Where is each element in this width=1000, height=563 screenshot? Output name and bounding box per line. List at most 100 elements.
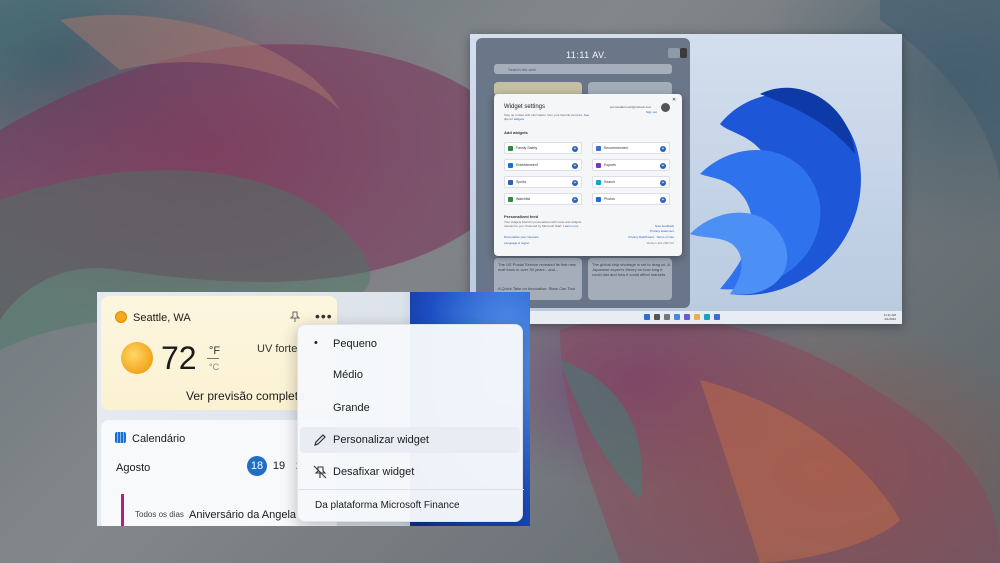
entertainment-icon (508, 163, 513, 168)
panel-avatar[interactable] (680, 48, 687, 58)
full-forecast-link[interactable]: Ver previsão completa (186, 389, 305, 403)
store-icon[interactable] (714, 314, 720, 320)
widget-row-family-safety[interactable]: Family Safety + (504, 142, 582, 154)
widget-row-search[interactable]: Search + (592, 176, 670, 188)
add-icon[interactable]: + (572, 145, 578, 152)
system-tray-clock[interactable]: 11:11 AM 4/1/2022 (884, 313, 896, 321)
esports-icon (596, 163, 601, 168)
widget-label: Esports (604, 163, 616, 167)
more-options-icon[interactable]: ••• (315, 308, 333, 324)
add-icon[interactable]: + (572, 179, 578, 186)
unpin-icon (313, 465, 327, 479)
learn-more-link[interactable]: Learn more (563, 224, 578, 228)
widget-label: Sports (516, 180, 527, 184)
account-email: personalaccount@outlook.com (610, 105, 652, 109)
task-view-icon[interactable] (664, 314, 670, 320)
language-region-link[interactable]: Language & region (504, 241, 529, 245)
menu-item-medium[interactable]: Médio (300, 362, 520, 388)
calendar-day[interactable]: 19 (269, 456, 289, 476)
weather-icon (115, 311, 127, 323)
widget-label: Entertainment (516, 163, 538, 167)
start-icon[interactable] (644, 314, 650, 320)
calendar-day-selected[interactable]: 18 (247, 456, 267, 476)
photos-icon (596, 197, 601, 202)
close-icon[interactable]: ✕ (672, 97, 676, 103)
calendar-title: Calendário (132, 433, 186, 445)
edge-icon[interactable] (704, 314, 710, 320)
menu-item-unpin-widget[interactable]: Desafixar widget (300, 459, 520, 485)
widget-settings-dialog: Widget settings Stay up to date with inf… (494, 94, 682, 256)
widget-label: Family Safety (516, 146, 538, 150)
widget-row-esports[interactable]: Esports + (592, 159, 670, 171)
add-icon[interactable]: + (572, 196, 578, 203)
add-icon[interactable]: + (660, 145, 666, 152)
widget-context-menu: • Pequeno Médio Grande Personalizar widg… (297, 324, 524, 522)
widgets-panel: 11:11 AV. Search the web The US Postal S… (476, 38, 690, 308)
widget-label: Watchlist (516, 197, 531, 201)
widget-row-watchlist[interactable]: Watchlist + (504, 193, 582, 205)
privacy-dashboard-link[interactable]: Privacy Dashboard · Terms of Use (604, 235, 674, 239)
event-title[interactable]: Aniversário da Angela (189, 509, 296, 521)
panel-time: 11:11 AV. (566, 50, 607, 60)
menu-item-small[interactable]: • Pequeno (300, 331, 520, 357)
widget-row-recommended[interactable]: Recommended + (592, 142, 670, 154)
privacy-statement-link[interactable]: Privacy statement (604, 229, 674, 233)
widget-row-sports[interactable]: Sports + (504, 176, 582, 188)
selected-bullet-icon: • (314, 337, 318, 349)
uv-index: UV forte (257, 343, 298, 355)
widget-label: Search (604, 180, 616, 184)
give-feedback-link[interactable]: Give feedback (604, 224, 674, 228)
recommended-icon (596, 146, 601, 151)
news-headline[interactable]: The global chip shortage is set to drag … (592, 262, 670, 277)
windows-desktop-screenshot: 11:11 AV. Search the web The US Postal S… (470, 34, 902, 324)
panel-search-box[interactable]: Search the web (494, 64, 672, 74)
version-text: Version 421.20070.0 (646, 241, 674, 245)
add-icon[interactable]: + (572, 162, 578, 169)
pencil-icon (314, 434, 326, 446)
widget-label: Recommended (604, 146, 628, 150)
menu-item-customize-widget[interactable]: Personalizar widget (300, 427, 520, 453)
widgets-icon[interactable] (674, 314, 680, 320)
family-safety-icon (508, 146, 513, 151)
unit-fahrenheit[interactable]: °F (209, 345, 220, 357)
unit-divider (207, 358, 219, 359)
panel-expand-icon[interactable] (668, 48, 680, 58)
news-headline[interactable]: The US Postal Service revealed its first… (498, 262, 580, 272)
watchlist-icon (508, 197, 513, 202)
feed-heading: Personalized feed (504, 214, 539, 219)
sign-out-link[interactable]: Sign out (646, 110, 657, 114)
menu-item-label: Pequeno (333, 338, 378, 350)
temperature: 72 (161, 340, 197, 376)
search-icon[interactable] (654, 314, 660, 320)
add-icon[interactable]: + (660, 196, 666, 203)
file-explorer-icon[interactable] (694, 314, 700, 320)
menu-item-label: Médio (333, 369, 363, 381)
personalize-interests-link[interactable]: Personalize your interests (504, 235, 539, 239)
weather-location: Seattle, WA (133, 312, 191, 324)
menu-item-label: Personalizar widget (333, 434, 429, 446)
event-color-bar (121, 494, 124, 526)
windows-bloom-wallpaper (690, 87, 861, 296)
add-icon[interactable]: + (660, 162, 666, 169)
chat-icon[interactable] (684, 314, 690, 320)
menu-divider (298, 489, 524, 490)
widget-row-entertainment[interactable]: Entertainment + (504, 159, 582, 171)
sun-icon (121, 342, 153, 374)
widget-row-photos[interactable]: Photos + (592, 193, 670, 205)
add-icon[interactable]: + (660, 179, 666, 186)
pin-icon[interactable] (289, 311, 301, 326)
news-headline[interactable]: A Quick Take on Innovation: Stars Can To… (498, 286, 580, 291)
dialog-title: Widget settings (504, 104, 546, 110)
widget-label: Photos (604, 197, 615, 201)
dialog-subtitle: Stay up to date with information from yo… (504, 113, 594, 121)
taskbar: 11:11 AM 4/1/2022 (470, 311, 902, 324)
unit-celsius[interactable]: °C (209, 362, 219, 372)
search-icon (596, 180, 601, 185)
menu-footer-source: Da plataforma Microsoft Finance (315, 500, 460, 511)
add-widgets-heading: Add widgets (504, 130, 528, 135)
calendar-icon (115, 432, 126, 443)
menu-item-large[interactable]: Grande (300, 395, 520, 421)
calendar-month: Agosto (116, 462, 151, 474)
widget-zoom-view: Seattle, WA ••• 72 °F °C UV forte Ver pr… (97, 292, 530, 526)
feed-text: Your widgets board is personalized with … (504, 220, 588, 228)
